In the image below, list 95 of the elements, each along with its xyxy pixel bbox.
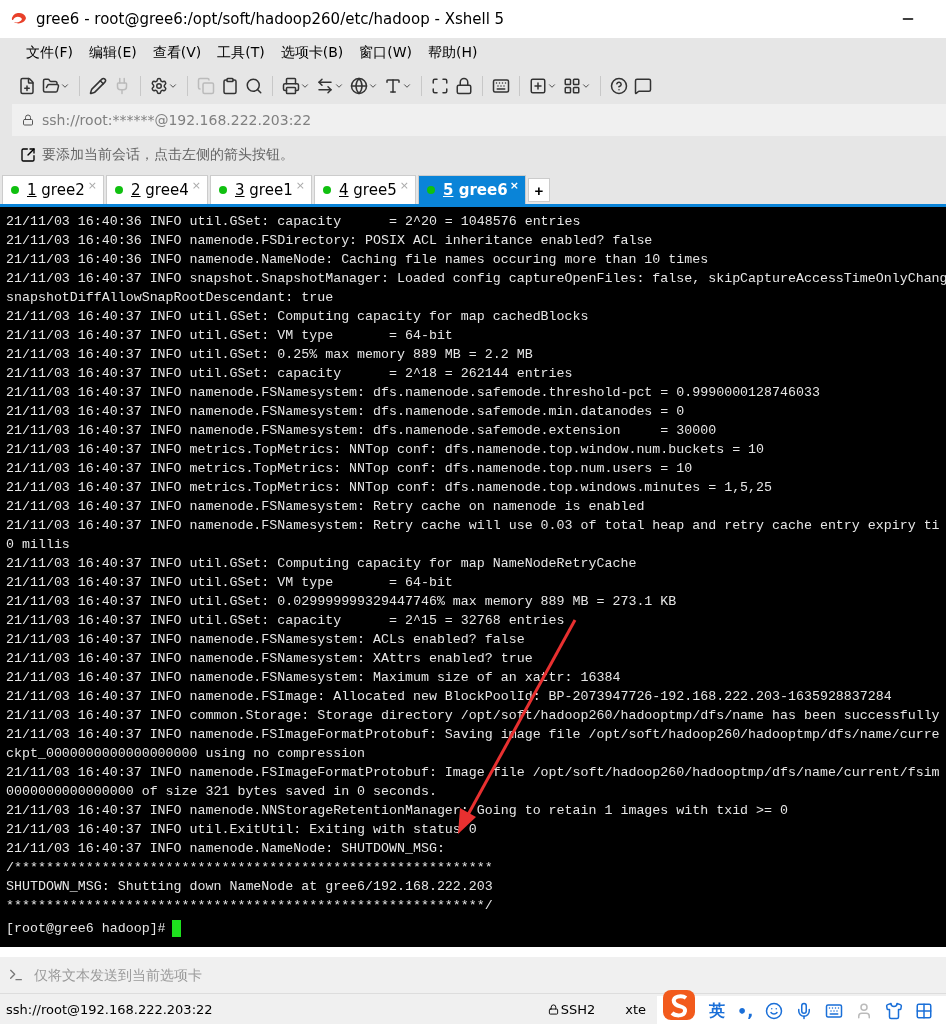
- emoji-icon[interactable]: [765, 1002, 784, 1020]
- caret-icon[interactable]: [402, 81, 412, 91]
- terminal-line: 21/11/03 16:40:37 INFO namenode.FSNamesystem: Retry cache on namenode is enabled: [6, 498, 646, 516]
- protocol-text: SSH2: [560, 1001, 596, 1017]
- terminal-line: 21/11/03 16:40:37 INFO metrics.TopMetrics: NNTop conf: dfs.namenode.top.window.num.buckets = 10: [6, 441, 766, 459]
- terminal-line: 21/11/03 16:40:37 INFO namenode.NNStorageRetentionManager: Going to retain 1 images with txid >= 0: [6, 802, 789, 820]
- caret-icon[interactable]: [60, 81, 70, 91]
- menu-item[interactable]: 选项卡(B): [274, 42, 350, 64]
- terminal-line: 21/11/03 16:40:37 INFO util.GSet: VM type = 64-bit: [6, 574, 454, 592]
- terminal-line: /************************************************************: [6, 859, 494, 877]
- caret-icon[interactable]: [581, 81, 591, 91]
- keyboard-icon[interactable]: [492, 77, 510, 95]
- caret-icon[interactable]: [300, 81, 310, 91]
- printer-icon[interactable]: [282, 77, 300, 95]
- caret-icon[interactable]: [334, 81, 344, 91]
- new-session-icon[interactable]: [18, 77, 36, 95]
- window-title: gree6 - root@gree6:/opt/soft/hadoop260/etc/hadoop - Xshell 5: [36, 10, 506, 28]
- terminal-line: 21/11/03 16:40:37 INFO namenode.FSNamesystem: XAttrs enabled? true: [6, 650, 534, 668]
- terminal-line: 21/11/03 16:40:37 INFO namenode.FSNamesystem: dfs.namenode.safemode.min.datanodes = 0: [6, 403, 686, 421]
- input-mode-toggle[interactable]: 英: [709, 1000, 725, 1022]
- chat-icon[interactable]: [634, 77, 652, 95]
- compose-field[interactable]: 仅将文本发送到当前选项卡: [32, 966, 946, 984]
- pencil-icon[interactable]: [89, 77, 107, 95]
- new-tab-button[interactable]: +: [528, 178, 550, 202]
- menu-item[interactable]: 窗口(W): [353, 42, 419, 64]
- grid-icon[interactable]: [915, 1002, 934, 1020]
- terminal-line: 21/11/03 16:40:37 INFO util.GSet: VM type = 64-bit: [6, 327, 454, 345]
- caret-icon[interactable]: [368, 81, 378, 91]
- session-tab[interactable]: 5 gree6×: [418, 175, 526, 204]
- terminal-line: 21/11/03 16:40:37 INFO util.GSet: capacity = 2^18 = 262144 entries: [6, 365, 574, 383]
- layout-icon[interactable]: [563, 77, 581, 95]
- add-session-icon[interactable]: [20, 147, 36, 163]
- hint-text: 要添加当前会话，点击左侧的箭头按钮。: [42, 146, 294, 164]
- address-field[interactable]: ssh://root:******@192.168.222.203:22: [42, 112, 312, 128]
- help-icon[interactable]: [610, 77, 628, 95]
- cursor: [171, 920, 181, 937]
- clipboard-icon[interactable]: [221, 77, 239, 95]
- terminal-line: 21/11/03 16:40:36 INFO namenode.FSDirectory: POSIX ACL inheritance enabled? false: [6, 232, 654, 250]
- terminal-line: snapshotDiffAllowSnapRootDescendant: true: [6, 289, 335, 307]
- session-tab[interactable]: 2 gree4 ×: [106, 175, 208, 204]
- terminal-line: 21/11/03 16:40:37 INFO namenode.FSNamesystem: dfs.namenode.safemode.threshold-pct = 0.9990000128746033: [6, 384, 821, 402]
- menu-item[interactable]: 帮助(H): [422, 42, 484, 64]
- transfer-icon[interactable]: [316, 77, 334, 95]
- compose-bar[interactable]: 仅将文本发送到当前选项卡: [0, 957, 946, 993]
- status-dot: [219, 186, 227, 194]
- menu-item[interactable]: 文件(F): [20, 42, 79, 64]
- terminal-line: 21/11/03 16:40:37 INFO util.GSet: 0.25% max memory 889 MB = 2.2 MB: [6, 346, 534, 364]
- shirt-icon[interactable]: [885, 1002, 904, 1020]
- terminal-line: 21/11/03 16:40:37 INFO namenode.NameNode: SHUTDOWN_MSG:: [6, 840, 446, 858]
- caret-icon[interactable]: [168, 81, 178, 91]
- font-icon[interactable]: [384, 77, 402, 95]
- terminal-line: 0000000000000000 of size 321 bytes saved in 0 seconds.: [6, 783, 438, 801]
- connection-text: ssh://root@192.168.222.203:22: [6, 1001, 213, 1017]
- close-icon[interactable]: ×: [509, 179, 519, 192]
- terminal-line: 21/11/03 16:40:37 INFO util.GSet: 0.029999999329447746% max memory 889 MB = 273.1 KB: [6, 593, 678, 611]
- terminal-line: 21/11/03 16:40:37 INFO util.GSet: Computing capacity for map cachedBlocks: [6, 308, 590, 326]
- punctuation-toggle[interactable]: •,: [737, 1001, 754, 1021]
- menu-item[interactable]: 编辑(E): [83, 42, 143, 64]
- terminal-icon: [8, 967, 24, 983]
- settings-icon[interactable]: [150, 77, 168, 95]
- terminal-line: 21/11/03 16:40:37 INFO namenode.FSNamesystem: Retry cache will use 0.03 of total heap and retry cache entry expiry ti: [6, 517, 941, 535]
- terminal-line: 21/11/03 16:40:37 INFO snapshot.SnapshotManager: Loaded config captureOpenFiles: false, skipCaptureAccessTimeOnlyChang: [6, 270, 946, 288]
- status-dot: [115, 186, 123, 194]
- terminal-line: 0 millis: [6, 536, 71, 554]
- maximize-icon[interactable]: [431, 77, 449, 95]
- terminal-line: 21/11/03 16:40:36 INFO namenode.NameNode: Caching file names occuring more than 10 times: [6, 251, 710, 269]
- keyboard-icon[interactable]: [825, 1002, 844, 1020]
- terminal-line: 21/11/03 16:40:37 INFO namenode.FSNamesystem: dfs.namenode.safemode.extension = 30000: [6, 422, 718, 440]
- ime-logo-icon[interactable]: [661, 988, 697, 1022]
- session-tab[interactable]: 3 gree1 ×: [210, 175, 312, 204]
- terminal-line: 21/11/03 16:40:37 INFO util.GSet: capacity = 2^15 = 32768 entries: [6, 612, 566, 630]
- status-dot: [11, 186, 19, 194]
- status-dot: [323, 186, 331, 194]
- session-tab[interactable]: 1 gree2 ×: [2, 175, 104, 204]
- caret-icon[interactable]: [547, 81, 557, 91]
- menu-item[interactable]: 查看(V): [146, 42, 208, 64]
- terminal-line: 21/11/03 16:40:37 INFO namenode.FSNamesystem: ACLs enabled? false: [6, 631, 526, 649]
- terminal-line: 21/11/03 16:40:37 INFO metrics.TopMetrics: NNTop conf: dfs.namenode.top.windows.minutes = 1,5,25: [6, 479, 774, 497]
- status-dot: [427, 186, 435, 194]
- terminal-line: ************************************************************/: [6, 897, 494, 915]
- terminal-line: 21/11/03 16:40:37 INFO metrics.TopMetrics: NNTop conf: dfs.namenode.top.num.users = 10: [6, 460, 694, 478]
- terminal-line: 21/11/03 16:40:36 INFO util.GSet: capacity = 2^20 = 1048576 entries: [6, 213, 582, 231]
- session-tab[interactable]: 4 gree5 ×: [314, 175, 416, 204]
- menu-item[interactable]: 工具(T): [211, 42, 271, 64]
- terminal-line: SHUTDOWN_MSG: Shutting down NameNode at gree6/192.168.222.203: [6, 878, 494, 896]
- terminal-line: 21/11/03 16:40:37 INFO namenode.FSImageFormatProtobuf: Image file /opt/soft/hadoop260/hadooptmp/dfs/name/current/fsim: [6, 764, 941, 782]
- terminal-line: 21/11/03 16:40:37 INFO util.ExitUtil: Exiting with status 0: [6, 821, 478, 839]
- open-folder-icon[interactable]: [42, 77, 60, 95]
- shell-prompt: [root@gree6 hadoop]#: [6, 920, 166, 938]
- search-icon[interactable]: [245, 77, 263, 95]
- globe-icon[interactable]: [350, 77, 368, 95]
- terminal-type-text: xte: [625, 1001, 646, 1017]
- terminal-line: ckpt_0000000000000000000 using no compression: [6, 745, 367, 763]
- terminal-line: 21/11/03 16:40:37 INFO util.GSet: Computing capacity for map NameNodeRetryCache: [6, 555, 638, 573]
- add-icon[interactable]: [529, 77, 547, 95]
